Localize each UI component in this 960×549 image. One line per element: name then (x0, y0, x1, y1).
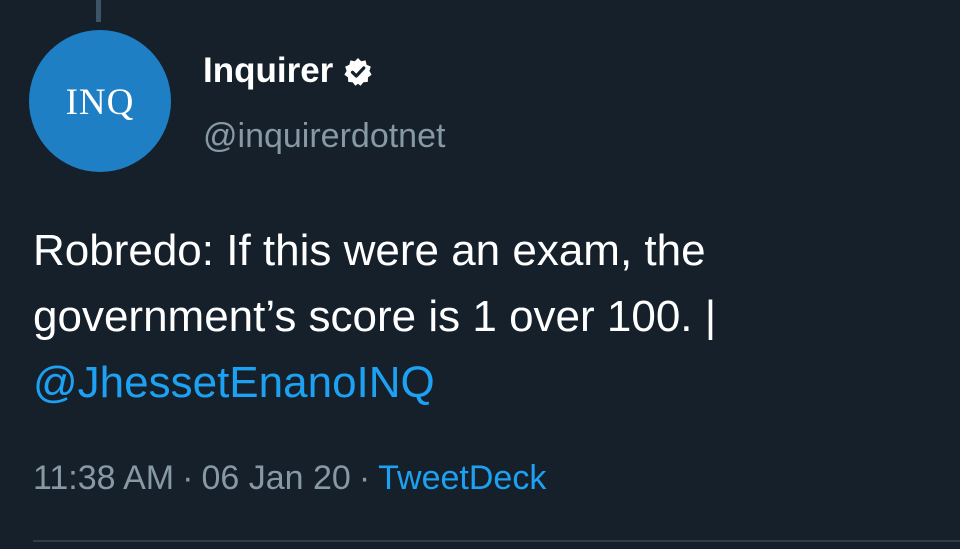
tweet-text: Robredo: If this were an exam, the gover… (33, 218, 958, 416)
avatar[interactable]: INQ (29, 30, 171, 172)
thread-connector-line (96, 0, 101, 22)
tweet-date[interactable]: 06 Jan 20 (201, 459, 350, 497)
tweet-time[interactable]: 11:38 AM (33, 459, 174, 497)
verified-badge-icon (343, 57, 373, 87)
tweet-detail: INQ Inquirer @inquirerdotnet Robredo: If… (0, 0, 960, 549)
author-name-row[interactable]: Inquirer (203, 51, 373, 91)
meta-separator: · (358, 459, 371, 497)
meta-separator: · (182, 459, 194, 497)
divider (33, 540, 960, 542)
author-display-name[interactable]: Inquirer (203, 51, 333, 91)
tweet-metadata: 11:38 AM · 06 Jan 20 · TweetDeck (33, 459, 546, 498)
tweet-text-line-1: Robredo: If this were an exam, the (33, 226, 706, 275)
tweet-source-link[interactable]: TweetDeck (378, 459, 546, 497)
tweet-text-line-2: government’s score is 1 over 100. | (33, 292, 717, 341)
avatar-logo-text: INQ (65, 81, 135, 123)
mention-link[interactable]: @JhessetEnanoINQ (33, 350, 958, 416)
author-handle[interactable]: @inquirerdotnet (203, 117, 445, 156)
